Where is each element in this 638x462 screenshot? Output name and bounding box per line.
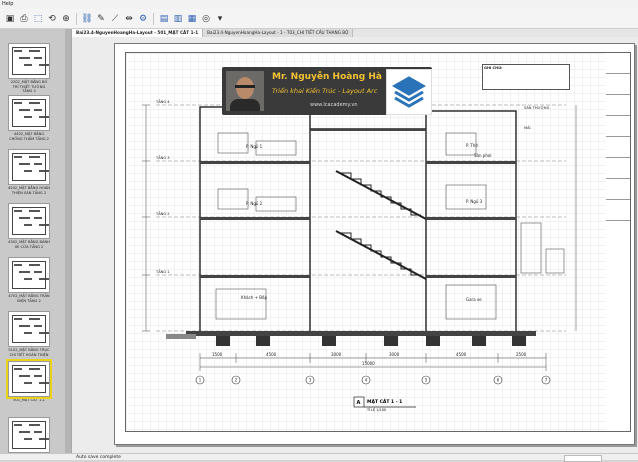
page-thumbnail[interactable]: 4402_MẶT BẰNG CHỐNG THẤM TẦNG 2: [8, 95, 50, 141]
menu-bar: Help: [0, 0, 638, 9]
pencil-icon[interactable]: ✎: [95, 13, 107, 25]
zoom-icon[interactable]: ⊕: [60, 13, 72, 25]
thumbnail-label: 4502_MẶT BẰNG HOÀN THIỆN SÀN TẦNG 2: [8, 186, 50, 195]
thumbnail-preview: [8, 257, 50, 293]
dimension-label: 4500: [266, 352, 277, 357]
thumbnail-label: 5102_MẶT BẰNG TRỤC CHI TIẾT HOÀN THIỆN: [8, 348, 50, 357]
level-label: MÁI: [524, 125, 531, 130]
thumbnail-preview: [8, 149, 50, 185]
room-label: P. Ngủ 2: [246, 201, 263, 206]
dimension-icon[interactable]: ⇹: [123, 13, 135, 25]
toolbar-divider: [153, 12, 154, 25]
room-label: Gara xe: [466, 297, 482, 302]
notes-title: GHI CHÚ:: [484, 66, 503, 70]
level-label: TẦNG 4: [155, 99, 170, 104]
page-thumbnail[interactable]: 5102_MẶT BẰNG TRỤC CHI TIẾT HOÀN THIỆN: [8, 311, 50, 357]
room-label: P. Ngủ 1: [246, 144, 263, 149]
layers-icon[interactable]: ◎: [200, 13, 212, 25]
toolbar-divider: [76, 12, 77, 25]
dimension-label: 4500: [456, 352, 467, 357]
page-thumbnail[interactable]: 4302_MẶT BẰNG BÁNH XE CỬA TẦNG 2: [8, 203, 50, 249]
dimension-label: 1500: [212, 352, 223, 357]
print-icon[interactable]: ⎙: [18, 13, 30, 25]
select-icon[interactable]: ⬚: [32, 13, 44, 25]
thumbnail-preview: [6, 359, 52, 399]
drawing-frame: P. Ngủ 1 P. Ngủ 2 Khách + Bếp P. Thờ Sân…: [125, 52, 607, 432]
rotate-icon[interactable]: ⟲: [46, 13, 58, 25]
document-icon[interactable]: ▦: [186, 13, 198, 25]
level-label: TẦNG 2: [155, 211, 170, 216]
menu-help[interactable]: Help: [2, 1, 13, 7]
level-label: SÂN THƯỢNG: [524, 105, 550, 110]
banner-url: www.lcacademy.vn: [310, 102, 358, 108]
grid-label: 7: [545, 378, 548, 383]
notes-box: GHI CHÚ:: [482, 64, 570, 90]
thumbnail-preview: [8, 43, 50, 79]
layout-icon[interactable]: ▣: [4, 13, 16, 25]
page-thumbnail[interactable]: 4502_MẶT BẰNG HOÀN THIỆN SÀN TẦNG 2: [8, 149, 50, 195]
thumbnail-label: 501_MẶT CẮT 1-1: [13, 398, 45, 402]
room-label: Khách + Bếp: [241, 295, 267, 300]
thumbnail-preview: [8, 417, 50, 453]
zoom-field[interactable]: [564, 455, 602, 462]
grid-label: 6: [497, 378, 500, 383]
sheet: P. Ngủ 1 P. Ngủ 2 Khách + Bếp P. Thờ Sân…: [114, 43, 635, 445]
page-thumbnails-panel: 2202_MẶT BẰNG BỐ TRÍ THIẾT TƯỜNG TẦNG 2 4…: [0, 29, 72, 458]
level-label: TẦNG 3: [155, 155, 170, 160]
page-thumbnail[interactable]: 4702_MẶT BẰNG TRẦN ĐIỆN TẦNG 2: [8, 257, 50, 303]
sidebar-scrollbar[interactable]: [65, 29, 71, 453]
page-thumbnail[interactable]: 2202_MẶT BẰNG BỐ TRÍ THIẾT TƯỜNG TẦNG 2: [8, 43, 50, 94]
status-bar: Auto save complete: [0, 453, 638, 462]
status-text: Auto save complete: [76, 455, 121, 460]
page-thumbnail[interactable]: 501_MẶT CẮT 1-1: [6, 359, 52, 403]
thumbnail-label: 4402_MẶT BẰNG CHỐNG THẤM TẦNG 2: [9, 132, 49, 141]
room-label: P. Thờ: [466, 143, 478, 148]
tab-stair-detail[interactable]: Bai23.4-NguyenHoangHa-Layout - 1 - T03_C…: [203, 29, 354, 37]
title-block: [606, 52, 631, 432]
document-icon[interactable]: ▤: [158, 13, 170, 25]
thumbnail-preview: [8, 203, 50, 239]
thumbnail-label: 4302_MẶT BẰNG BÁNH XE CỬA TẦNG 2: [8, 240, 50, 249]
document-icon[interactable]: ▥: [172, 13, 184, 25]
section-number: A: [357, 400, 361, 406]
dimension-label: 3000: [331, 352, 342, 357]
toolbar: ▣ ⎙ ⬚ ⟲ ⊕ ⛓ ✎ ⟋ ⇹ ⚙ ▤ ▥ ▦ ◎ ▾: [0, 9, 638, 29]
banner-subtitle: Triển khai Kiến Trúc - Layout Arc: [272, 87, 378, 95]
thumbnail-preview: [8, 95, 50, 131]
chevron-down-icon[interactable]: ▾: [214, 13, 226, 25]
section-title: MẶT CẮT 1 - 1: [367, 397, 402, 405]
room-label: P. Ngủ 3: [466, 199, 483, 204]
banner-name: Mr. Nguyễn Hoàng Hà: [272, 72, 382, 82]
thumbnail-preview: [8, 311, 50, 347]
academy-logo-icon: [386, 69, 432, 115]
document-tabs: Bai23.4-NguyenHoangHa-Layout - 501_MẶT C…: [72, 29, 638, 37]
pipette-icon[interactable]: ⟋: [109, 13, 121, 25]
tab-section-1-1[interactable]: Bai23.4-NguyenHoangHa-Layout - 501_MẶT C…: [72, 29, 204, 37]
grid-label: 1: [199, 378, 202, 383]
thumbnail-label: 4702_MẶT BẰNG TRẦN ĐIỆN TẦNG 2: [8, 294, 50, 303]
room-label: Sân phơi: [474, 153, 491, 158]
drawing-canvas[interactable]: P. Ngủ 1 P. Ngủ 2 Khách + Bếp P. Thờ Sân…: [72, 37, 638, 453]
settings-icon[interactable]: ⚙: [137, 13, 149, 25]
grid-label: 4: [365, 378, 368, 383]
author-photo: [226, 71, 264, 111]
thumbnail-label: 2202_MẶT BẰNG BỐ TRÍ THIẾT TƯỜNG TẦNG 2: [10, 80, 48, 93]
dimension-label: 2500: [516, 352, 527, 357]
watermark-banner: Mr. Nguyễn Hoàng Hà Triển khai Kiến Trúc…: [222, 67, 432, 115]
total-dimension: 15000: [362, 361, 375, 366]
link-icon[interactable]: ⛓: [81, 13, 93, 25]
grid-label: 5: [425, 378, 428, 383]
level-label: TẦNG 1: [155, 269, 170, 274]
section-scale: TỈ LỆ 1/100: [366, 407, 386, 412]
grid-label: 2: [235, 378, 238, 383]
dimension-label: 3000: [389, 352, 400, 357]
grid-label: 3: [309, 378, 312, 383]
